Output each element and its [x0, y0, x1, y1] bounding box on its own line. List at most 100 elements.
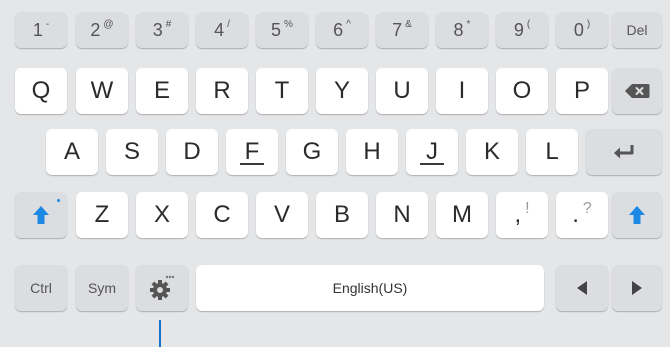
key-e-label: E — [153, 77, 170, 104]
key-y-label: Y — [333, 77, 350, 104]
key-a[interactable]: A — [46, 129, 98, 175]
delete-key-label: Del — [626, 22, 648, 38]
key-1[interactable]: 1- — [15, 12, 67, 48]
key-o-label: O — [512, 77, 532, 104]
key-comma-alt: ! — [525, 200, 530, 217]
key-2-label: 2 — [90, 19, 101, 40]
key-0-label: 0 — [573, 19, 584, 40]
delete-key[interactable]: Del — [612, 12, 662, 48]
key-s[interactable]: S — [106, 129, 158, 175]
key-6[interactable]: 6 ^ — [316, 12, 368, 48]
key-n-label: N — [393, 201, 411, 228]
key-8-label: 8 — [453, 19, 464, 40]
key-m-label: M — [452, 201, 472, 228]
key-q-label: Q — [31, 77, 51, 104]
key-3-alt: # — [165, 18, 172, 30]
key-6-alt: ^ — [346, 18, 351, 30]
key-t[interactable]: T — [256, 68, 308, 114]
key-n[interactable]: N — [376, 192, 428, 238]
key-j[interactable]: J — [406, 129, 458, 175]
key-5-label: 5 — [271, 19, 282, 40]
key-8[interactable]: 8 * — [436, 12, 488, 48]
key-6-label: 6 — [333, 19, 344, 40]
home-key-marker — [240, 163, 264, 165]
key-l[interactable]: L — [526, 129, 578, 175]
settings-icon — [150, 275, 175, 300]
ctrl-key[interactable]: Ctrl — [15, 265, 67, 311]
key-9[interactable]: 9( — [496, 12, 548, 48]
key-4[interactable]: 4/ — [196, 12, 248, 48]
key-z[interactable]: Z — [76, 192, 128, 238]
shift-icon — [33, 206, 49, 224]
key-r-label: R — [213, 77, 231, 104]
key-r[interactable]: R — [196, 68, 248, 114]
key-g-label: G — [302, 138, 322, 165]
key-0[interactable]: 0) — [556, 12, 608, 48]
key-7-alt: & — [405, 18, 412, 30]
key-8-alt: * — [466, 18, 471, 30]
cursor-right-key[interactable] — [612, 265, 662, 311]
key-s-label: S — [123, 138, 140, 165]
key-i[interactable]: I — [436, 68, 488, 114]
key-x[interactable]: X — [136, 192, 188, 238]
right-shift-key[interactable] — [612, 192, 662, 238]
key-f-label: F — [244, 138, 260, 165]
key-b[interactable]: B — [316, 192, 368, 238]
key-7[interactable]: 7 & — [376, 12, 428, 48]
keyboard: 1- 2 @ 3 # 4/ 5% 6 ^ 7 & 8 * 9( 0) Del Q W E … — [0, 0, 670, 347]
key-c[interactable]: C — [196, 192, 248, 238]
settings-key[interactable] — [136, 265, 188, 311]
sym-key-label: Sym — [88, 280, 116, 296]
key-c-label: C — [213, 201, 231, 228]
key-q[interactable]: Q — [15, 68, 67, 114]
text-cursor — [159, 320, 161, 347]
key-v-label: V — [273, 201, 290, 228]
key-y[interactable]: Y — [316, 68, 368, 114]
key-comma[interactable]: ,! — [496, 192, 548, 238]
key-period[interactable]: .? — [556, 192, 608, 238]
shift-indicator-dot — [57, 199, 60, 202]
key-z-label: Z — [94, 201, 110, 228]
key-p-label: P — [573, 77, 590, 104]
cursor-left-key[interactable] — [556, 265, 608, 311]
left-shift-key[interactable] — [15, 192, 67, 238]
key-a-label: A — [63, 138, 80, 165]
key-k[interactable]: K — [466, 129, 518, 175]
key-comma-label: , — [514, 201, 522, 228]
key-0-alt: ) — [586, 18, 591, 30]
key-w[interactable]: W — [76, 68, 128, 114]
key-3[interactable]: 3 # — [136, 12, 188, 48]
key-m[interactable]: M — [436, 192, 488, 238]
key-9-label: 9 — [513, 19, 524, 40]
key-o[interactable]: O — [496, 68, 548, 114]
key-g[interactable]: G — [286, 129, 338, 175]
key-1-label: 1 — [32, 19, 43, 40]
key-2-alt: @ — [103, 18, 114, 30]
key-u[interactable]: U — [376, 68, 428, 114]
key-7-label: 7 — [392, 19, 403, 40]
key-w-label: W — [90, 77, 114, 104]
key-4-label: 4 — [214, 19, 225, 40]
key-e[interactable]: E — [136, 68, 188, 114]
enter-key[interactable] — [586, 129, 662, 175]
key-3-label: 3 — [152, 19, 163, 40]
key-f[interactable]: F — [226, 129, 278, 175]
key-5[interactable]: 5% — [256, 12, 308, 48]
key-5-alt: % — [284, 18, 293, 30]
backspace-key[interactable] — [612, 68, 662, 114]
key-v[interactable]: V — [256, 192, 308, 238]
key-2[interactable]: 2 @ — [76, 12, 128, 48]
key-k-label: K — [483, 138, 500, 165]
key-p[interactable]: P — [556, 68, 608, 114]
space-bar[interactable]: English(US) — [196, 265, 544, 311]
enter-icon — [614, 145, 634, 159]
key-u-label: U — [393, 77, 411, 104]
arrow-right-icon — [632, 281, 642, 295]
sym-key[interactable]: Sym — [76, 265, 128, 311]
key-t-label: T — [274, 77, 290, 104]
key-d[interactable]: D — [166, 129, 218, 175]
language-label: English(US) — [332, 280, 408, 296]
key-period-label: . — [572, 201, 579, 228]
key-h[interactable]: H — [346, 129, 398, 175]
key-h-label: H — [363, 138, 381, 165]
